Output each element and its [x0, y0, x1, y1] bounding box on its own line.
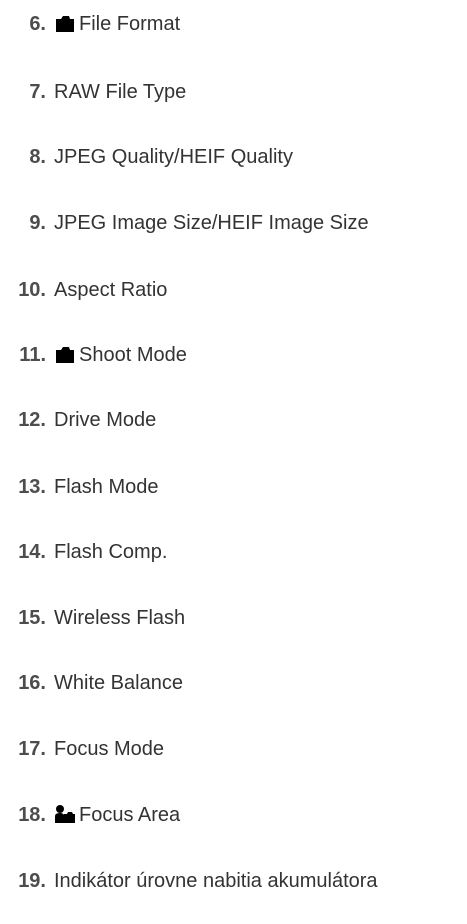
camera-icon [54, 13, 76, 33]
list-item: 19. Indikátor úrovne nabitia akumulátora [0, 861, 378, 901]
item-label: JPEG Quality/HEIF Quality [54, 146, 293, 168]
item-number: 10. [18, 279, 46, 301]
item-label: White Balance [54, 672, 183, 694]
item-label: Indikátor úrovne nabitia akumulátora [54, 870, 378, 892]
list-item: 16. White Balance [0, 663, 183, 703]
item-label: File Format [79, 13, 181, 35]
item-number: 13. [18, 476, 46, 498]
item-label: Shoot Mode [79, 344, 187, 366]
item-number: 6. [29, 13, 46, 35]
list-item: 18. Focus Area [0, 795, 180, 835]
item-label: Drive Mode [54, 409, 157, 431]
item-number: 14. [18, 541, 46, 563]
item-label: Flash Mode [54, 476, 159, 498]
item-label: RAW File Type [54, 81, 187, 103]
item-number: 18. [18, 804, 46, 826]
list-item: 6. File Format [0, 4, 180, 44]
item-number: 17. [18, 738, 46, 760]
item-label: Wireless Flash [54, 607, 186, 629]
list-item: 13. Flash Mode [0, 467, 159, 507]
item-number: 9. [29, 212, 46, 234]
list-item: 8. JPEG Quality/HEIF Quality [0, 137, 293, 177]
item-number: 7. [29, 81, 46, 103]
item-number: 19. [18, 870, 46, 892]
list-item: 7. RAW File Type [0, 72, 186, 112]
item-label: Flash Comp. [54, 541, 168, 563]
item-label: Aspect Ratio [54, 279, 168, 301]
list-item: 14. Flash Comp. [0, 532, 167, 572]
list-item: 9. JPEG Image Size/HEIF Image Size [0, 203, 369, 243]
list-item: 12. Drive Mode [0, 400, 156, 440]
item-label: JPEG Image Size/HEIF Image Size [54, 212, 369, 234]
item-number: 12. [18, 409, 46, 431]
list-item: 10. Aspect Ratio [0, 270, 167, 310]
camera-person-icon [54, 804, 76, 824]
list-item: 11. Shoot Mode [0, 335, 187, 375]
item-number: 11. [19, 344, 46, 366]
item-number: 16. [18, 672, 46, 694]
list-item: 15. Wireless Flash [0, 598, 185, 638]
item-number: 15. [18, 607, 46, 629]
camera-icon [54, 344, 76, 364]
item-label: Focus Area [79, 804, 181, 826]
item-number: 8. [29, 146, 46, 168]
item-label: Focus Mode [54, 738, 165, 760]
list-item: 17. Focus Mode [0, 729, 164, 769]
